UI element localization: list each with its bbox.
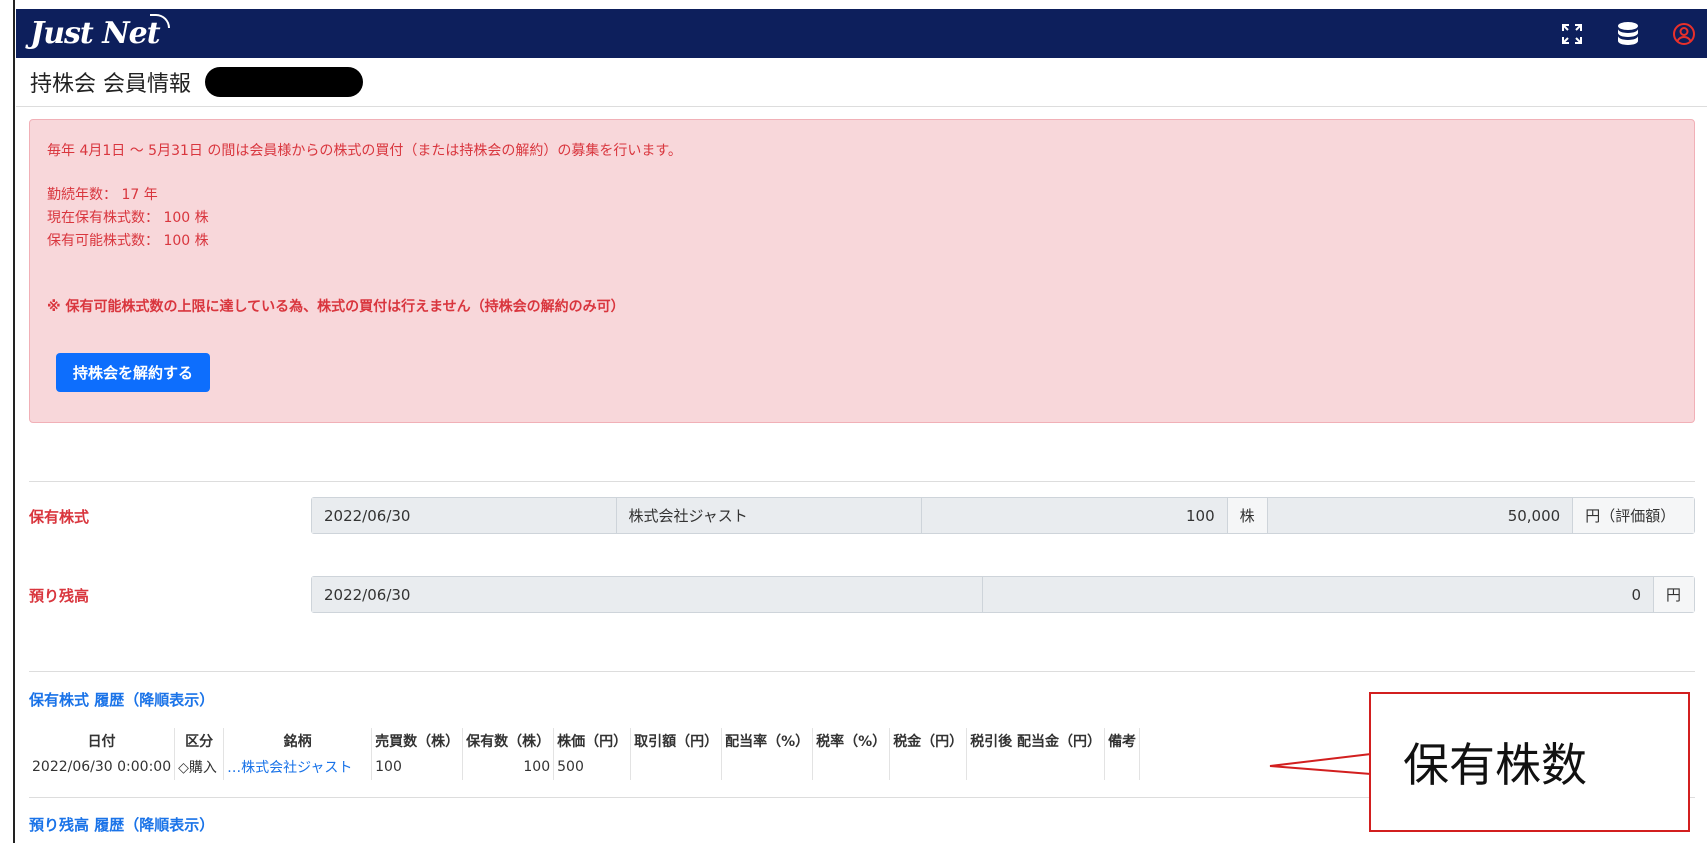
navbar: Just Net bbox=[16, 9, 1707, 58]
col-note: 備考 bbox=[1104, 728, 1141, 754]
database-icon[interactable] bbox=[1615, 21, 1641, 47]
logo-swoosh bbox=[149, 14, 170, 28]
navbar-icons bbox=[1559, 21, 1697, 47]
holdings-company: 株式会社ジャスト bbox=[616, 498, 923, 533]
col-tax: 税金（円） bbox=[889, 728, 968, 754]
divider bbox=[29, 481, 1695, 482]
col-tax-rate: 税率（%） bbox=[812, 728, 891, 754]
holdings-history-table: 日付 区分 銘柄 売買数（株） 保有数（株） 株価（円） 取引額（円） 配当率（… bbox=[29, 728, 1141, 780]
window-top-edge bbox=[0, 0, 1707, 9]
balance-field-group: 2022/06/30 0 円 bbox=[311, 576, 1695, 613]
row-tax bbox=[889, 754, 968, 780]
callout-text: 保有株数 bbox=[1403, 738, 1587, 792]
row-price: 500 bbox=[553, 754, 632, 780]
holdings-shares: 100 bbox=[922, 498, 1228, 533]
row-type: ◇購入 bbox=[174, 754, 225, 780]
alert-current-shares: 現在保有株式数： 100 株 bbox=[47, 210, 209, 226]
row-date: 2022/06/30 0:00:00 bbox=[29, 754, 176, 780]
window-left-edge bbox=[0, 0, 15, 843]
col-price: 株価（円） bbox=[553, 728, 632, 754]
balance-label: 預り残高 bbox=[29, 587, 90, 605]
table-row: 2022/06/30 0:00:00 ◇購入 …株式会社ジャスト 100 100… bbox=[29, 754, 1141, 780]
fullscreen-icon[interactable] bbox=[1559, 21, 1585, 47]
col-date: 日付 bbox=[29, 728, 176, 754]
row-trade: 100 bbox=[371, 754, 464, 780]
row-after-tax bbox=[966, 754, 1106, 780]
callout-box: 保有株数 bbox=[1369, 692, 1690, 832]
row-div-rate bbox=[721, 754, 814, 780]
col-held: 保有数（株） bbox=[462, 728, 555, 754]
col-type: 区分 bbox=[174, 728, 225, 754]
col-name: 銘柄 bbox=[223, 728, 373, 754]
cancel-membership-button[interactable]: 持株会を解約する bbox=[56, 353, 210, 392]
holdings-value: 50,000 bbox=[1267, 498, 1574, 533]
alert-max-shares: 保有可能株式数： 100 株 bbox=[47, 233, 209, 249]
col-after-tax: 税引後 配当金（円） bbox=[966, 728, 1106, 754]
holdings-field-group: 2022/06/30 株式会社ジャスト 100 株 50,000 円（評価額） bbox=[311, 497, 1695, 534]
recruitment-alert: 毎年 4月1日 ～ 5月31日 の間は会員様からの株式の買付（または持株会の解約… bbox=[29, 119, 1695, 423]
holdings-label: 保有株式 bbox=[29, 508, 90, 526]
row-held: 100 bbox=[462, 754, 555, 780]
alert-years: 勤続年数： 17 年 bbox=[47, 187, 158, 203]
holdings-history-title: 保有株式 履歴（降順表示） bbox=[29, 691, 215, 709]
holdings-shares-unit: 株 bbox=[1227, 498, 1268, 533]
divider bbox=[29, 671, 1695, 672]
row-tax-rate bbox=[812, 754, 891, 780]
page-header: 持株会 会員情報 bbox=[16, 58, 1707, 107]
brand-logo[interactable]: Just Net bbox=[30, 14, 170, 51]
balance-history-title: 預り残高 履歴（降順表示） bbox=[29, 816, 215, 834]
row-amount bbox=[630, 754, 723, 780]
page-title: 持株会 会員情報 bbox=[30, 72, 191, 97]
alert-period: 毎年 4月1日 ～ 5月31日 の間は会員様からの株式の買付（または持株会の解約… bbox=[47, 143, 682, 159]
balance-amount: 0 bbox=[983, 577, 1655, 612]
col-trade: 売買数（株） bbox=[371, 728, 464, 754]
balance-unit: 円 bbox=[1654, 577, 1694, 612]
row-note bbox=[1104, 754, 1141, 780]
col-amount: 取引額（円） bbox=[630, 728, 723, 754]
table-header-row: 日付 区分 銘柄 売買数（株） 保有数（株） 株価（円） 取引額（円） 配当率（… bbox=[29, 728, 1141, 754]
user-circle-icon[interactable] bbox=[1671, 21, 1697, 47]
redacted-member-name bbox=[205, 67, 363, 97]
row-name-link[interactable]: …株式会社ジャスト bbox=[223, 754, 373, 780]
col-div-rate: 配当率（%） bbox=[721, 728, 814, 754]
alert-notice: ※ 保有可能株式数の上限に達している為、株式の買付は行えません（持株会の解約のみ… bbox=[47, 299, 625, 315]
holdings-value-unit: 円（評価額） bbox=[1573, 498, 1695, 533]
brand-logo-text: Just Net bbox=[30, 16, 161, 51]
callout-pointer bbox=[1269, 753, 1372, 775]
holdings-date: 2022/06/30 bbox=[312, 498, 617, 533]
balance-date: 2022/06/30 bbox=[312, 577, 984, 612]
